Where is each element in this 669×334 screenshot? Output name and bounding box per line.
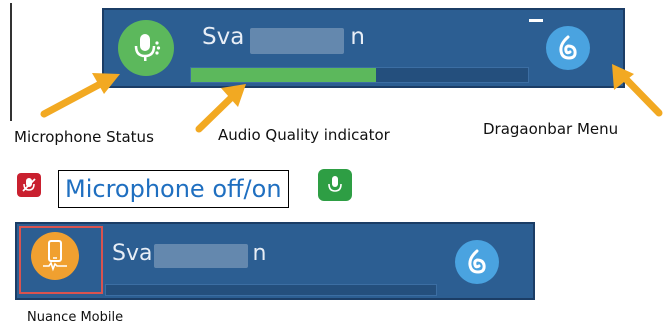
- label-nuance-mobile: Nuance Mobile: [27, 310, 124, 325]
- divider-line: [10, 3, 12, 121]
- nuance-mobile-button[interactable]: [31, 232, 79, 280]
- dragonbar-menu-button[interactable]: [546, 26, 590, 70]
- audio-quality-meter: [105, 284, 437, 296]
- arrow-microphone-status: [40, 78, 108, 118]
- arrow-audio-quality: [195, 92, 237, 133]
- minimize-icon[interactable]: [529, 19, 543, 22]
- dragonbar: Sva n: [102, 8, 625, 88]
- dragon-menu-icon: [559, 35, 577, 60]
- microphone-toggle-label: Microphone off/on: [58, 170, 289, 208]
- redacted-username: [154, 244, 248, 268]
- microphone-on-icon: [318, 169, 352, 201]
- audio-quality-meter: [190, 67, 529, 83]
- mobile-phone-icon: [43, 240, 67, 272]
- label-dragonbar-menu: Dragaonbar Menu: [483, 120, 619, 138]
- microphone-status-button[interactable]: [118, 20, 174, 76]
- dragonbar-mobile: Sva n: [15, 222, 535, 300]
- audio-quality-fill: [191, 68, 377, 82]
- microphone-off-icon: [17, 173, 41, 197]
- dragon-menu-icon: [468, 249, 486, 274]
- label-microphone-status: Microphone Status: [14, 128, 154, 146]
- arrow-dragonbar-menu: [618, 71, 663, 117]
- dragonbar-menu-button[interactable]: [455, 240, 499, 284]
- redacted-username: [250, 28, 344, 54]
- label-audio-quality: Audio Quality indicator: [218, 126, 390, 144]
- microphone-icon: [134, 34, 161, 61]
